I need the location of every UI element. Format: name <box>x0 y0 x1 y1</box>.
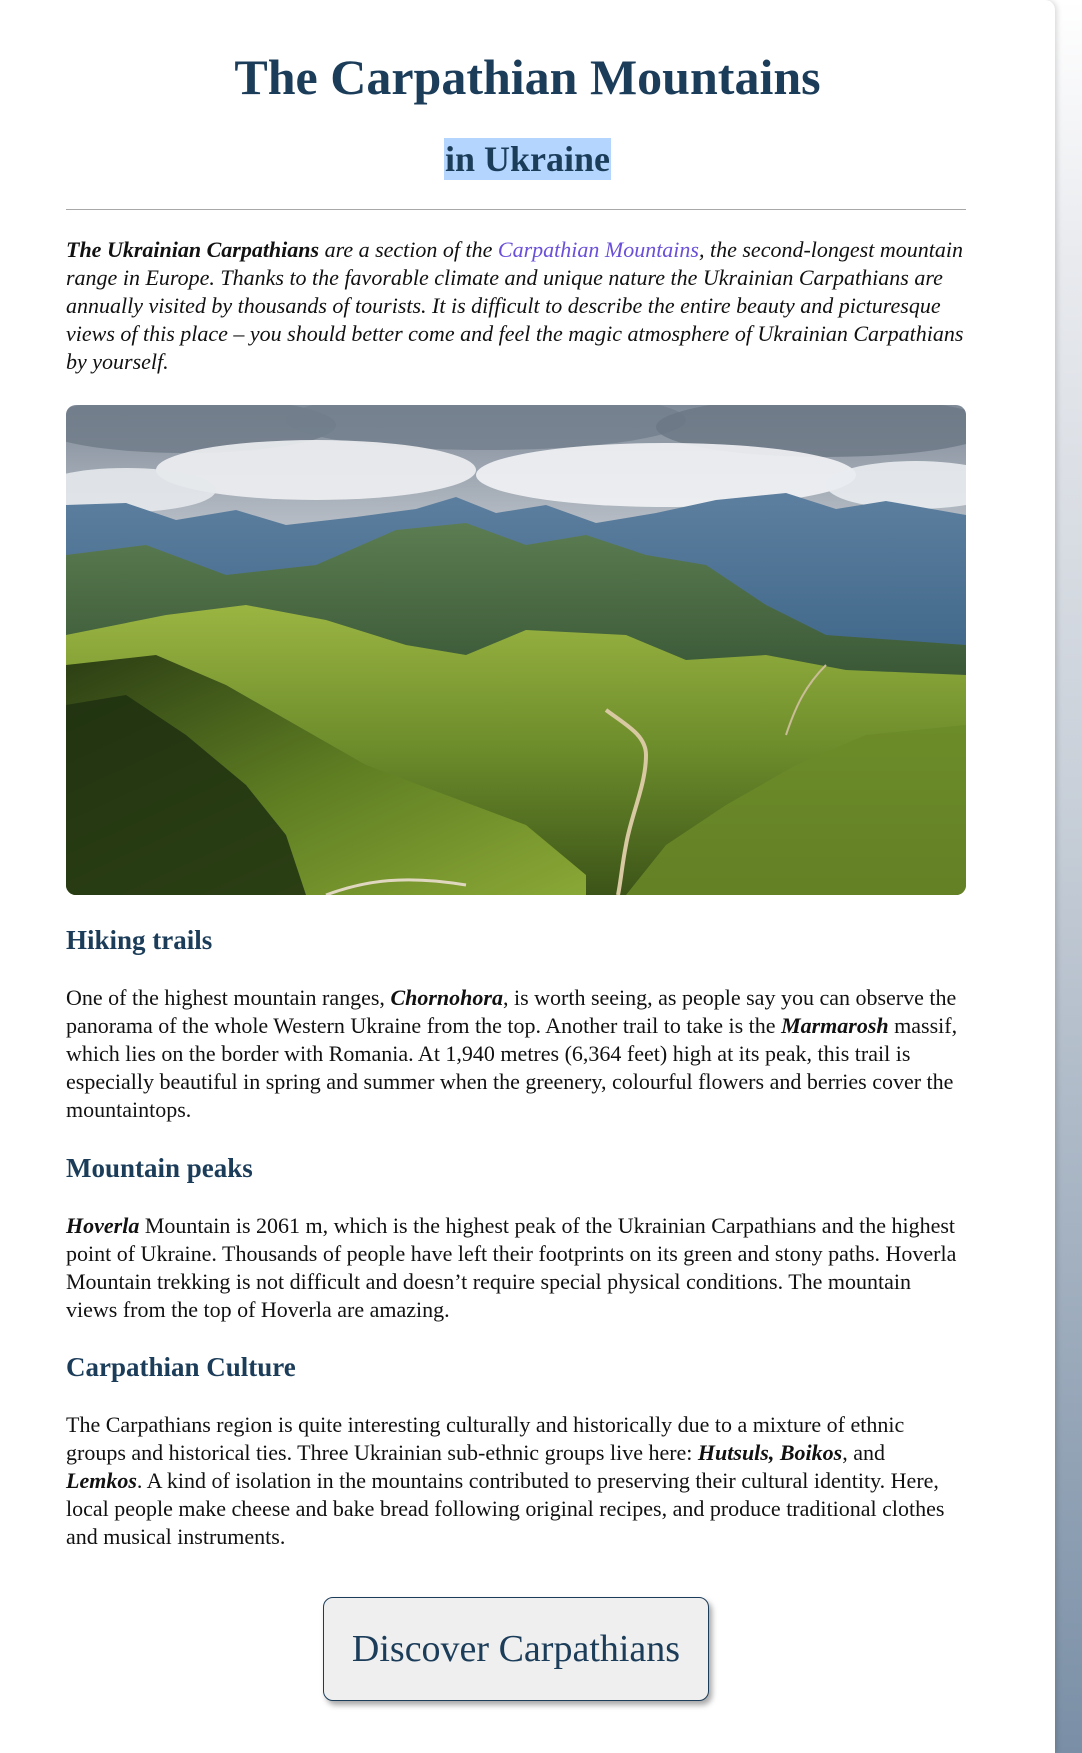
culture-text-3: . A kind of isolation in the mountains c… <box>66 1468 945 1549</box>
peaks-text-1: Mountain is 2061 m, which is the highest… <box>66 1213 957 1322</box>
carpathian-culture-paragraph: The Carpathians region is quite interest… <box>66 1411 966 1551</box>
mountain-peaks-paragraph: Hoverla Mountain is 2061 m, which is the… <box>66 1212 966 1324</box>
mountain-landscape-image <box>66 405 966 895</box>
intro-lead: The Ukrainian Carpathians <box>66 237 320 262</box>
page-subtitle[interactable]: in Ukraine <box>443 138 612 180</box>
hiking-text-1: One of the highest mountain ranges, <box>66 985 391 1010</box>
subtitle-wrap: in Ukraine <box>0 138 1055 180</box>
boikos-term: Boikos <box>779 1440 843 1465</box>
chornohora-term: Chornohora <box>390 985 503 1010</box>
page-scrollbar-area <box>1055 0 1082 1753</box>
hiking-trails-paragraph: One of the highest mountain ranges, Chor… <box>66 984 966 1124</box>
page-card: The Carpathian Mountains in Ukraine The … <box>0 0 1055 1753</box>
divider <box>66 209 966 210</box>
heading-carpathian-culture: Carpathian Culture <box>66 1352 296 1382</box>
lemkos-term: Lemkos <box>66 1468 137 1493</box>
intro-paragraph: The Ukrainian Carpathians are a section … <box>66 236 966 376</box>
discover-carpathians-button[interactable]: Discover Carpathians <box>323 1597 709 1701</box>
heading-mountain-peaks: Mountain peaks <box>66 1153 253 1183</box>
hoverla-term: Hoverla <box>66 1213 140 1238</box>
marmarosh-term: Marmarosh <box>781 1013 889 1038</box>
heading-hiking-trails: Hiking trails <box>66 925 213 955</box>
page-title: The Carpathian Mountains <box>234 49 821 105</box>
carpathian-mountains-link[interactable]: Carpathian Mountains <box>498 237 699 262</box>
hutsuls-term: Hutsuls, <box>697 1440 775 1465</box>
culture-text-1: The Carpathians region is quite interest… <box>66 1412 905 1465</box>
intro-text-a: are a section of the <box>319 237 498 262</box>
culture-text-2: , and <box>842 1440 885 1465</box>
